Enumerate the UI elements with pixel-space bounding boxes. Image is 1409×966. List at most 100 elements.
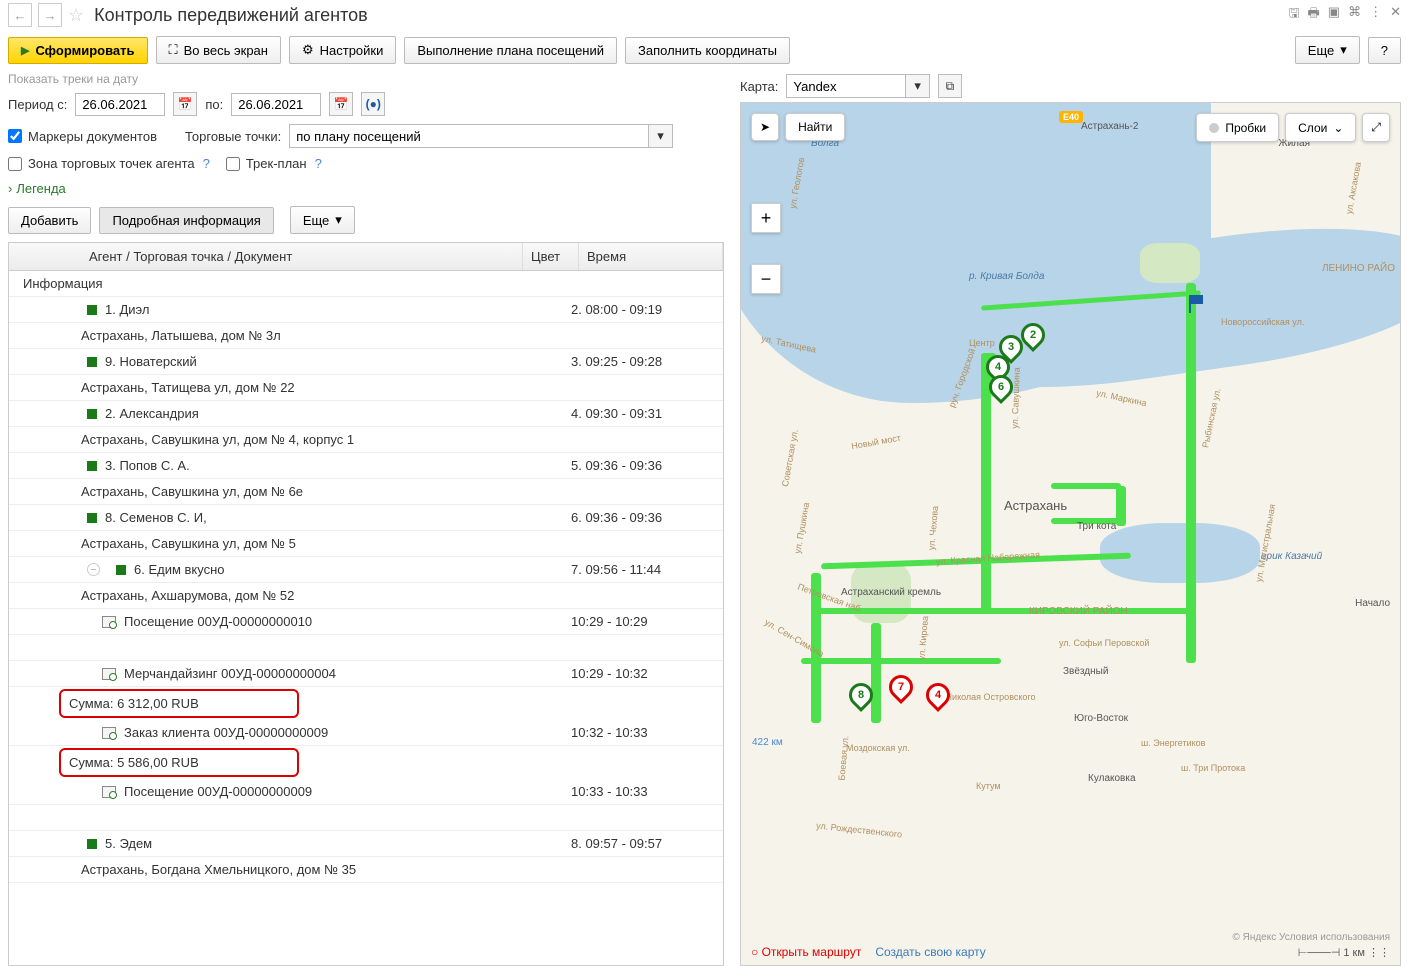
fullscreen-map-icon[interactable]: ⤢ — [1362, 113, 1390, 142]
zoom-in-button[interactable]: + — [751, 203, 781, 233]
document-row[interactable]: Посещение 00УД-0000000001010:29 - 10:29 — [9, 609, 723, 635]
blank-row — [9, 635, 723, 661]
table-row[interactable]: 8. Семенов С. И,6. 09:36 - 09:36 — [9, 505, 723, 531]
report-icon[interactable]: ▣ — [1328, 4, 1340, 26]
favorite-star-icon[interactable]: ☆ — [68, 5, 84, 26]
date-from-input[interactable] — [75, 93, 165, 116]
address-row[interactable]: Астрахань, Савушкина ул, дом № 4, корпус… — [9, 427, 723, 453]
table-row[interactable]: 3. Попов С. А.5. 09:36 - 09:36 — [9, 453, 723, 479]
zone-checkbox[interactable]: Зона торговых точек агента — [8, 156, 195, 171]
address-text: Астрахань, Богдана Хмельницкого, дом № 3… — [17, 862, 515, 877]
table-row[interactable]: 1. Диэл2. 08:00 - 09:19 — [9, 297, 723, 323]
color-marker — [87, 409, 97, 419]
sum-row[interactable]: Сумма: 5 586,00 RUB — [9, 746, 723, 779]
point-name: 3. Попов С. А. — [105, 458, 190, 473]
time-cell: 6. 09:36 - 09:36 — [571, 510, 715, 525]
legend-link[interactable]: Легенда — [8, 175, 724, 202]
document-row[interactable]: Мерчандайзинг 00УД-0000000000410:29 - 10… — [9, 661, 723, 687]
markers-checkbox[interactable]: Маркеры документов — [8, 129, 157, 144]
map[interactable]: Волга р. Кривая Болда ерик Казачий Новый… — [740, 102, 1401, 966]
address-row[interactable]: Астрахань, Татищева ул, дом № 22 — [9, 375, 723, 401]
agents-grid[interactable]: Агент / Торговая точка / Документ Цвет В… — [8, 242, 724, 966]
map-label: ш. Энергетиков — [1141, 738, 1205, 748]
calendar-from-icon[interactable]: 📅 — [173, 92, 197, 116]
table-row[interactable]: −6. Едим вкусно7. 09:56 - 11:44 — [9, 557, 723, 583]
color-marker — [87, 513, 97, 523]
coords-button[interactable]: Заполнить координаты — [625, 37, 790, 64]
table-row[interactable]: 2. Александрия4. 09:30 - 09:31 — [9, 401, 723, 427]
address-text: Астрахань, Татищева ул, дом № 22 — [17, 380, 515, 395]
point-name: 1. Диэл — [105, 302, 149, 317]
table-row[interactable]: 9. Новатерский3. 09:25 - 09:28 — [9, 349, 723, 375]
points-dropdown-icon[interactable]: ▾ — [649, 124, 673, 148]
address-text: Астрахань, Савушкина ул, дом № 4, корпус… — [17, 432, 515, 447]
color-marker — [87, 839, 97, 849]
close-icon[interactable]: ✕ — [1390, 4, 1401, 26]
info-row[interactable]: Информация — [9, 271, 723, 297]
address-text: Астрахань, Савушкина ул, дом № 6е — [17, 484, 515, 499]
refresh-tracks-icon[interactable]: (●) — [361, 92, 385, 116]
collapse-icon[interactable]: − — [87, 563, 100, 576]
address-text: Астрахань, Савушкина ул, дом № 5 — [17, 536, 515, 551]
document-icon — [102, 616, 116, 628]
print-icon[interactable]: 🖶 — [1308, 4, 1320, 26]
address-text: Астрахань, Ахшарумова, дом № 52 — [17, 588, 515, 603]
chevron-down-icon: ⌄ — [1333, 121, 1343, 135]
save-icon[interactable]: 🖫 — [1288, 4, 1299, 26]
time-cell: 10:32 - 10:33 — [571, 725, 715, 740]
color-marker — [87, 357, 97, 367]
create-map-link[interactable]: Создать свою карту — [875, 945, 985, 959]
col-agent: Агент / Торговая точка / Документ — [9, 243, 523, 270]
table-row[interactable]: 5. Эдем8. 09:57 - 09:57 — [9, 831, 723, 857]
zone-help-icon[interactable]: ? — [203, 156, 210, 171]
trackplan-checkbox[interactable]: Трек-план — [226, 156, 307, 171]
map-provider-select[interactable] — [786, 74, 906, 98]
provider-dropdown-icon[interactable]: ▾ — [906, 74, 930, 98]
address-row[interactable]: Астрахань, Богдана Хмельницкого, дом № 3… — [9, 857, 723, 883]
more-button[interactable]: Еще ▾ — [1295, 36, 1360, 64]
plan-button[interactable]: Выполнение плана посещений — [404, 37, 617, 64]
map-label: Астрахань-2 — [1081, 121, 1138, 132]
traffic-button[interactable]: Пробки — [1196, 113, 1279, 142]
points-select[interactable] — [289, 124, 649, 148]
details-button[interactable]: Подробная информация — [99, 207, 273, 234]
fullscreen-button[interactable]: ⛶Во весь экран — [156, 36, 281, 64]
date-to-input[interactable] — [231, 93, 321, 116]
calendar-to-icon[interactable]: 📅 — [329, 92, 353, 116]
more-icon[interactable]: ⋮ — [1369, 4, 1382, 26]
help-button[interactable]: ? — [1368, 37, 1401, 64]
address-row[interactable]: Астрахань, Савушкина ул, дом № 6е — [9, 479, 723, 505]
map-label: 422 км — [752, 737, 783, 748]
map-label: Кулаковка — [1088, 773, 1136, 784]
nav-forward[interactable]: → — [38, 3, 62, 27]
add-button[interactable]: Добавить — [8, 207, 91, 234]
gear-icon: ⚙ — [302, 42, 314, 58]
nav-back[interactable]: ← — [8, 3, 32, 27]
document-row[interactable]: Посещение 00УД-0000000000910:33 - 10:33 — [9, 779, 723, 805]
time-cell: 10:29 - 10:29 — [571, 614, 715, 629]
mid-more-button[interactable]: Еще ▾ — [290, 206, 355, 234]
zoom-out-button[interactable]: − — [751, 264, 781, 294]
layers-button[interactable]: Слои ⌄ — [1285, 113, 1356, 142]
point-name: 5. Эдем — [105, 836, 152, 851]
link-icon[interactable]: ⌘ — [1348, 4, 1361, 26]
points-label: Торговые точки: — [185, 129, 281, 144]
open-route-link[interactable]: ○ Открыть маршрут — [751, 945, 861, 959]
chevron-down-icon: ▾ — [1340, 42, 1347, 58]
color-marker — [87, 461, 97, 471]
map-label: Кутум — [976, 781, 1001, 791]
generate-button[interactable]: Сформировать — [8, 37, 148, 64]
sum-row[interactable]: Сумма: 6 312,00 RUB — [9, 687, 723, 720]
document-row[interactable]: Заказ клиента 00УД-0000000000910:32 - 10… — [9, 720, 723, 746]
settings-button[interactable]: ⚙Настройки — [289, 36, 396, 64]
address-row[interactable]: Астрахань, Ахшарумова, дом № 52 — [9, 583, 723, 609]
map-popout-icon[interactable]: ⧉ — [938, 74, 962, 98]
time-cell: 10:33 - 10:33 — [571, 784, 715, 799]
doc-name: Мерчандайзинг 00УД-00000000004 — [124, 666, 336, 681]
map-find-button[interactable]: Найти — [785, 113, 845, 141]
map-label: р. Кривая Болда — [969, 271, 1044, 282]
map-locate-icon[interactable]: ➤ — [751, 113, 779, 141]
address-row[interactable]: Астрахань, Латышева, дом № 3л — [9, 323, 723, 349]
address-row[interactable]: Астрахань, Савушкина ул, дом № 5 — [9, 531, 723, 557]
trackplan-help-icon[interactable]: ? — [315, 156, 322, 171]
